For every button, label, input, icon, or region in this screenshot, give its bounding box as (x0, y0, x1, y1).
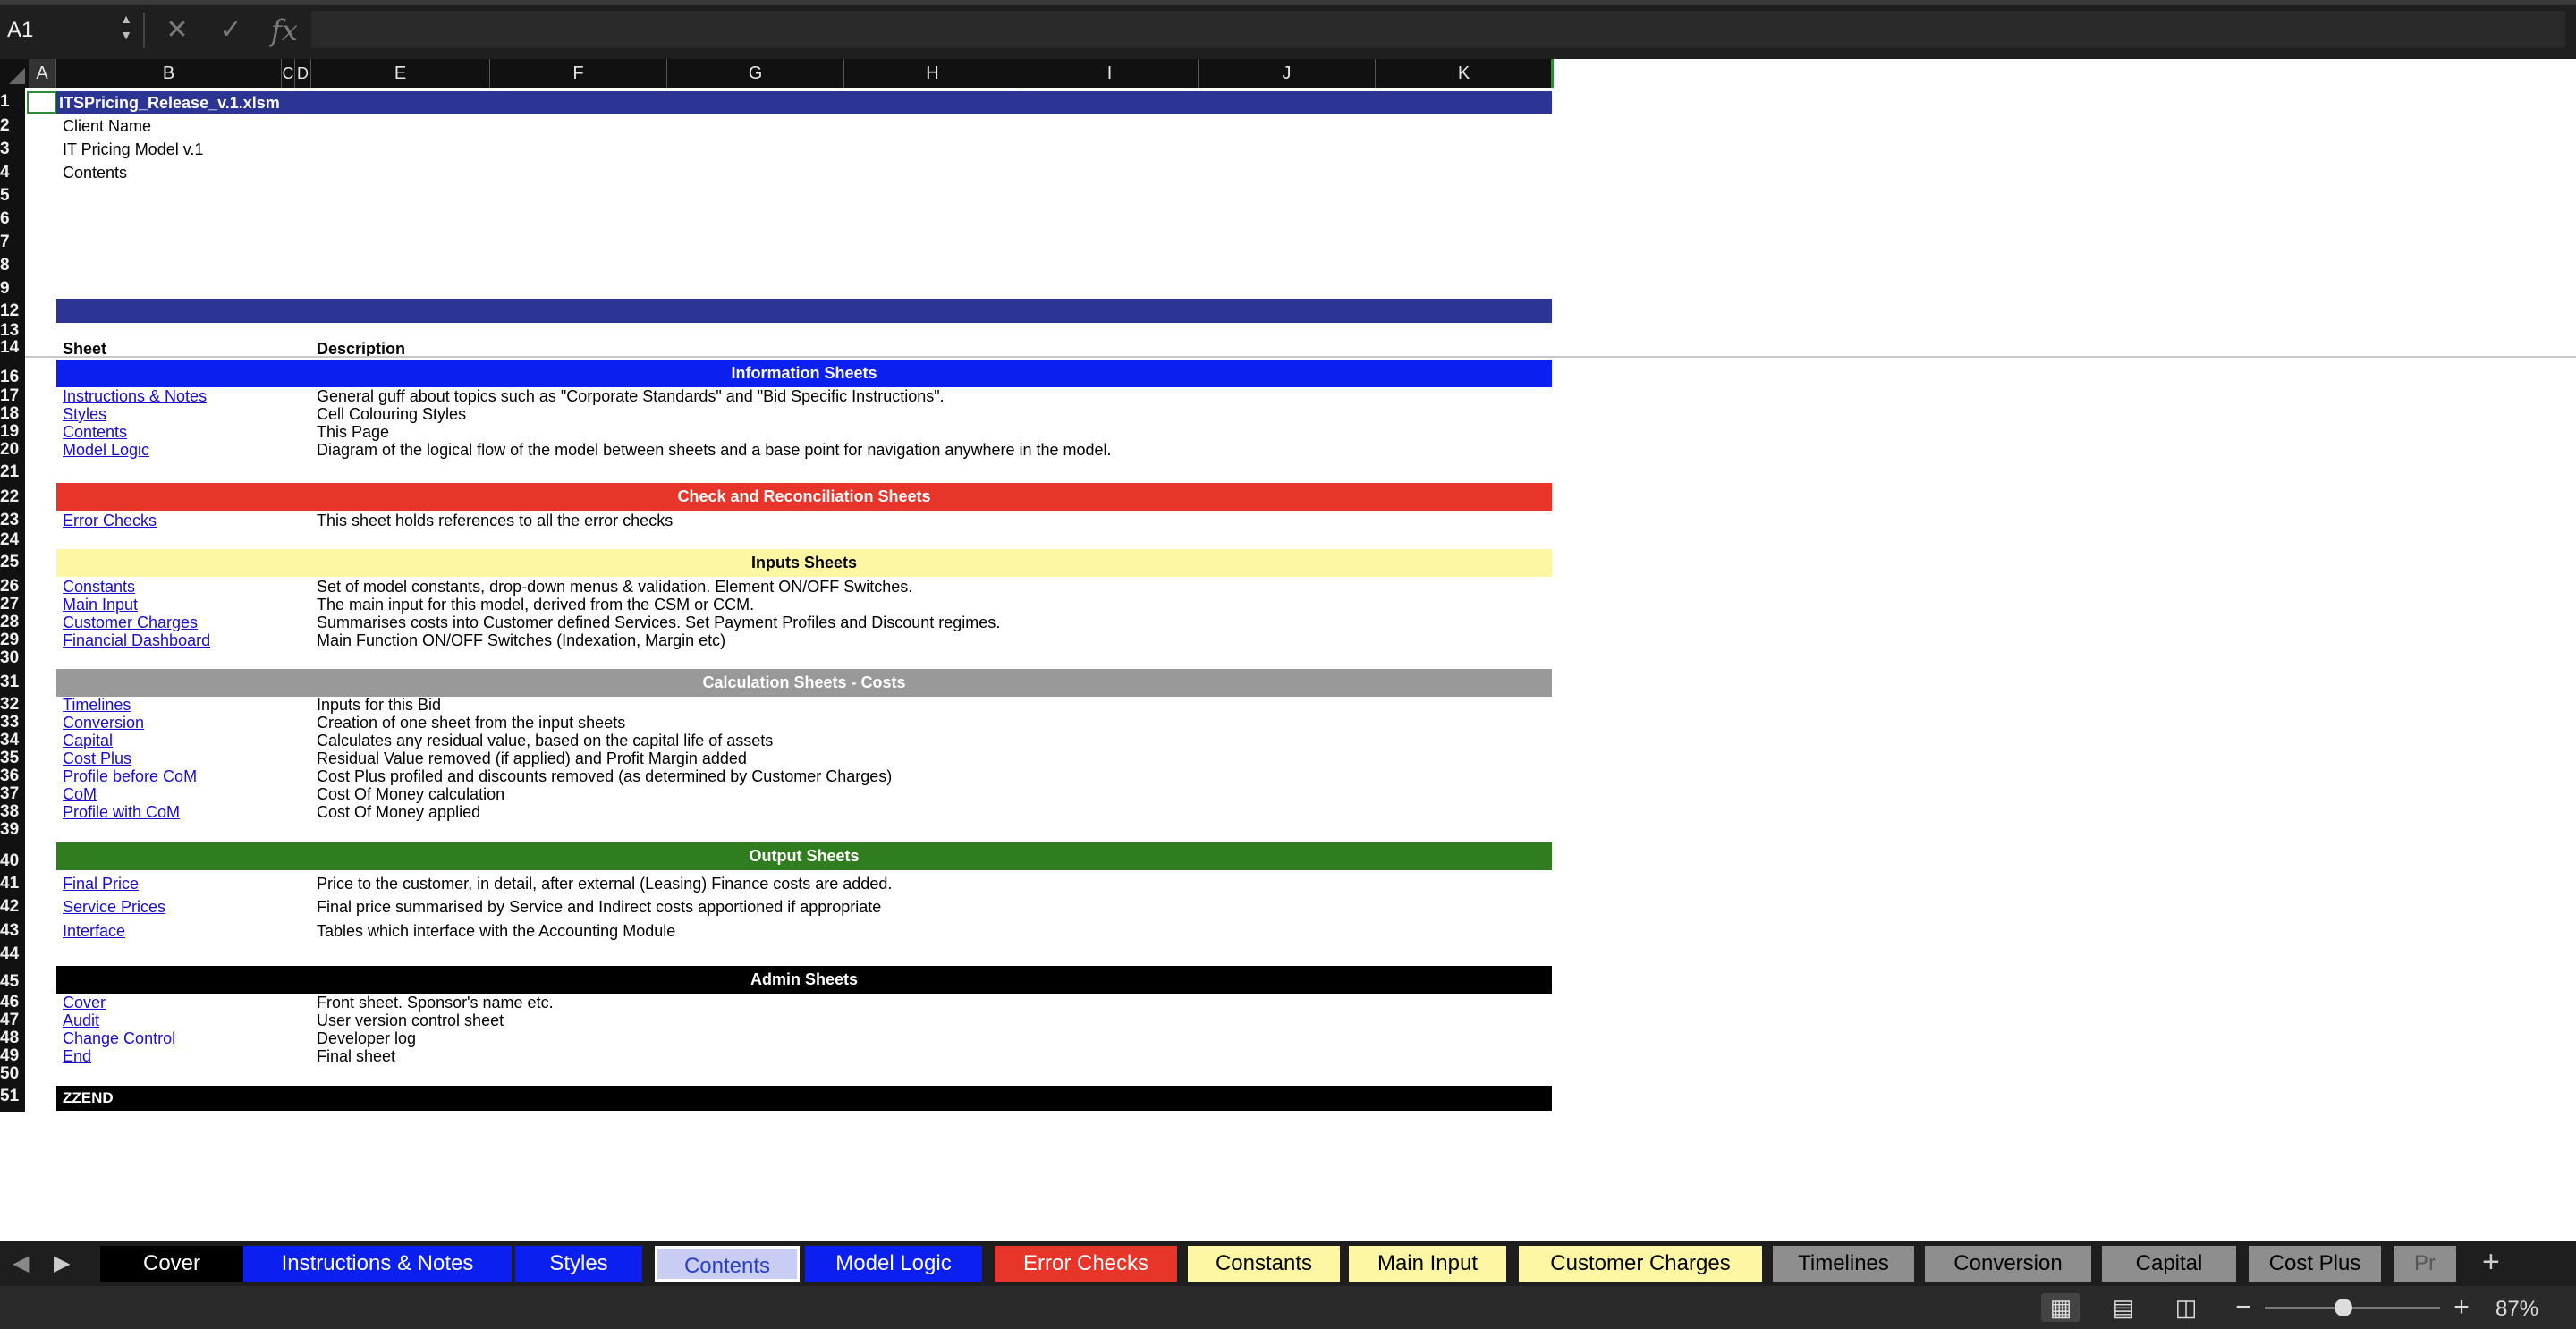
sheet-link[interactable]: Styles (63, 405, 106, 424)
end-band (56, 1086, 1552, 1111)
sheet-link[interactable]: End (63, 1047, 91, 1066)
sheet-link[interactable]: CoM (63, 785, 97, 804)
sheet-description: Front sheet. Sponsor's name etc. (317, 994, 554, 1012)
sheet-tab[interactable]: Contents (655, 1246, 800, 1282)
sheet-description: This sheet holds references to all the e… (317, 512, 674, 529)
sheet-description: Cost Of Money applied (317, 803, 481, 821)
client-name: Client Name (63, 117, 152, 135)
zoom-out-icon[interactable]: − (2224, 1293, 2263, 1322)
end-marker: ZZEND (63, 1089, 114, 1106)
sheet-description: Calculates any residual value, based on … (317, 732, 774, 749)
sheet-description: Residual Value removed (if applied) and … (317, 749, 747, 767)
sheet-description: Cell Colouring Styles (317, 405, 467, 423)
sheet-link[interactable]: Instructions & Notes (63, 387, 207, 406)
sheet-link[interactable]: Audit (63, 1012, 99, 1030)
sheet-link[interactable]: Profile before CoM (63, 767, 197, 786)
section-heading: Calculation Sheets - Costs (56, 669, 1552, 697)
page-break-view-icon[interactable]: ◫ (2166, 1293, 2206, 1322)
sheet-link[interactable]: Contents (63, 423, 127, 442)
sheet-tab-bar: ◀ ▶ Cover Instructions & Notes Styles Conte… (0, 1241, 2576, 1286)
sheet-description: Final price summarised by Service and In… (317, 898, 882, 916)
section-heading: Output Sheets (56, 842, 1552, 870)
sheet-link[interactable]: Final Price (63, 875, 139, 893)
sheet-tab[interactable]: Cost Plus (2249, 1246, 2381, 1282)
sheet-description: The main input for this model, derived f… (317, 596, 755, 614)
section-heading: Information Sheets (56, 360, 1552, 387)
zoom-slider[interactable] (2265, 1299, 2440, 1316)
page-name: Contents (63, 164, 128, 182)
sheet-link[interactable]: Model Logic (63, 441, 149, 460)
sheet-description: Creation of one sheet from the input she… (317, 714, 626, 732)
sheet-link[interactable]: Service Prices (63, 898, 165, 917)
model-name: IT Pricing Model v.1 (63, 140, 204, 158)
file-title: ITSPricing_Release_v.1.xlsm (59, 94, 280, 112)
scroll-tabs-left-icon[interactable]: ◀ (13, 1250, 29, 1276)
normal-view-icon[interactable]: ▦ (2041, 1293, 2080, 1322)
sheet-link[interactable]: Conversion (63, 714, 144, 732)
freeze-pane-line (25, 356, 2576, 358)
sheet-description: Developer log (317, 1029, 417, 1047)
sheet-link[interactable]: Financial Dashboard (63, 631, 210, 650)
sheet-tab[interactable]: Error Checks (995, 1246, 1177, 1282)
sheet-tab[interactable]: Main Input (1349, 1246, 1506, 1282)
sheet-description: Diagram of the logical flow of the model… (317, 441, 1112, 459)
sheet-description: Cost Of Money calculation (317, 785, 505, 803)
add-sheet-icon[interactable]: + (2482, 1245, 2500, 1280)
zoom-in-icon[interactable]: + (2442, 1293, 2481, 1322)
sheet-description: Final sheet (317, 1047, 396, 1065)
sheet-tab[interactable]: Constants (1188, 1246, 1340, 1282)
scroll-tabs-right-icon[interactable]: ▶ (54, 1250, 70, 1276)
header-band (56, 299, 1552, 323)
sheet-description: Summarises costs into Customer defined S… (317, 614, 1001, 631)
zoom-level: 87% (2496, 1297, 2539, 1321)
sheet-description: General guff about topics such as "Corpo… (317, 387, 945, 405)
sheet-link[interactable]: Interface (63, 922, 125, 941)
sheet-tab[interactable]: Timelines (1773, 1246, 1914, 1282)
sheet-link[interactable]: Profile with CoM (63, 803, 180, 822)
sheet-link[interactable]: Change Control (63, 1029, 175, 1048)
sheet-description: Price to the customer, in detail, after … (317, 875, 893, 893)
sheet-tab[interactable]: Model Logic (805, 1246, 982, 1282)
title-band (56, 91, 1552, 114)
sheet-description: Set of model constants, drop-down menus … (317, 578, 913, 596)
sheet-link[interactable]: Timelines (63, 696, 131, 715)
sheet-tab[interactable]: Cover (100, 1246, 243, 1282)
sheet-description: User version control sheet (317, 1012, 504, 1029)
sheet-description: Tables which interface with the Accounti… (317, 922, 676, 940)
sheet-tab[interactable]: Customer Charges (1519, 1246, 1762, 1282)
section-heading: Check and Reconciliation Sheets (56, 483, 1552, 511)
zoom-slider-handle[interactable] (2334, 1299, 2353, 1316)
section-heading: Admin Sheets (56, 966, 1552, 994)
sheet-link[interactable]: Cost Plus (63, 749, 131, 768)
sheet-link[interactable]: Error Checks (63, 512, 157, 530)
sheet-description: Inputs for this Bid (317, 696, 442, 714)
worksheet-grid[interactable]: ITSPricing_Release_v.1.xlsm Client Name … (0, 0, 2576, 1241)
sheet-description: Main Function ON/OFF Switches (Indexatio… (317, 631, 726, 649)
sheet-tab[interactable]: Styles (515, 1246, 642, 1282)
sheet-tab[interactable]: Instructions & Notes (243, 1246, 512, 1282)
sheet-description: Cost Plus profiled and discounts removed… (317, 767, 893, 785)
sheet-link[interactable]: Main Input (63, 596, 138, 614)
sheet-link[interactable]: Constants (63, 578, 135, 597)
sheet-description: This Page (317, 423, 390, 441)
sheet-link[interactable]: Customer Charges (63, 614, 198, 632)
sheet-link[interactable]: Capital (63, 732, 113, 750)
sheet-tab[interactable]: Pr (2394, 1246, 2456, 1282)
sheet-link[interactable]: Cover (63, 994, 106, 1012)
section-heading: Inputs Sheets (56, 549, 1552, 577)
sheet-tab[interactable]: Capital (2102, 1246, 2236, 1282)
sheet-tab[interactable]: Conversion (1925, 1246, 2091, 1282)
status-bar: ▦ ▤ ◫ − + 87% (0, 1286, 2576, 1329)
page-layout-view-icon[interactable]: ▤ (2104, 1293, 2143, 1322)
active-cell[interactable] (27, 91, 56, 114)
